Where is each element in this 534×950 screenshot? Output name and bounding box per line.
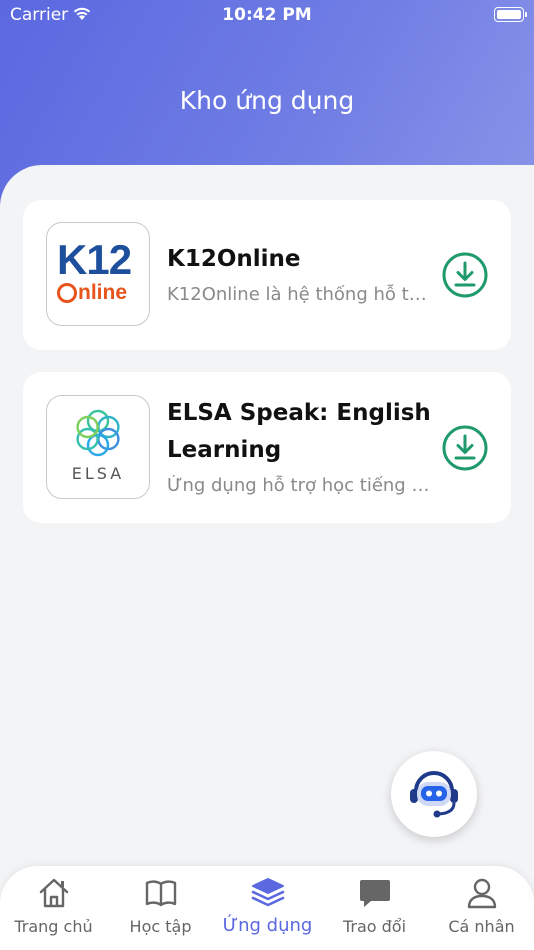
k12-logo-text: K12 xyxy=(57,236,132,283)
home-icon xyxy=(39,878,68,908)
k12online-logo: K12 nline xyxy=(46,222,150,326)
layers-icon xyxy=(251,878,284,907)
battery-icon xyxy=(494,7,527,22)
bottom-tab-bar: Trang chủ Học tập Ứng dụng Trao đổi Cá n… xyxy=(0,866,534,950)
elsa-logo: ELSA xyxy=(46,395,150,499)
clock: 10:42 PM xyxy=(222,5,312,25)
book-icon xyxy=(145,880,176,907)
page-title: Kho ứng dụng xyxy=(179,86,355,115)
chat-bubble-icon xyxy=(359,880,390,907)
online-logo-text: nline xyxy=(78,281,128,304)
mouse-logo-icon xyxy=(57,283,77,303)
app-description: K12Online là hệ thống hỗ trợ học trực tu… xyxy=(167,284,432,305)
download-icon[interactable] xyxy=(441,424,489,472)
app-name: K12Online xyxy=(167,246,301,272)
app-card-k12online[interactable]: K12 nline K12Online K12Online là hệ thốn… xyxy=(23,200,511,350)
tab-label: Học tập xyxy=(129,917,192,936)
app-name: ELSA Speak: English Learning xyxy=(167,400,431,463)
elsa-logo-text: ELSA xyxy=(71,464,125,483)
app-description: Ứng dụng hỗ trợ học tiếng Anh xyxy=(167,475,432,496)
tab-ung-dung[interactable]: Ứng dụng xyxy=(214,866,321,950)
tab-trao-doi[interactable]: Trao đổi xyxy=(321,866,428,950)
chatbot-button[interactable] xyxy=(391,751,477,837)
tab-label: Cá nhân xyxy=(448,917,515,936)
status-bar: Carrier 10:42 PM xyxy=(0,0,534,30)
tab-label: Trang chủ xyxy=(14,917,93,936)
tab-ca-nhan[interactable]: Cá nhân xyxy=(428,866,534,950)
user-icon xyxy=(467,878,496,909)
app-card-elsa[interactable]: ELSA ELSA Speak: English Learning Ứng dụ… xyxy=(23,372,511,523)
robot-support-icon xyxy=(410,771,458,818)
elsa-star-icon xyxy=(76,409,120,457)
tab-trang-chu[interactable]: Trang chủ xyxy=(0,866,107,950)
download-icon[interactable] xyxy=(441,251,489,299)
tab-label: Ứng dụng xyxy=(222,915,313,936)
tab-hoc-tap[interactable]: Học tập xyxy=(107,866,214,950)
tab-label: Trao đổi xyxy=(342,917,407,936)
